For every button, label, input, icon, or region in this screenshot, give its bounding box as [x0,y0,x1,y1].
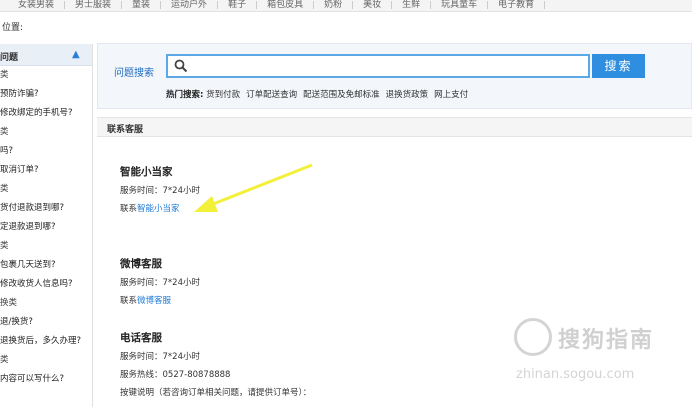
search-button[interactable]: 搜索 [592,54,645,78]
top-nav-item[interactable]: 男士服装 [65,1,123,10]
watermark-text: 搜狗指南 [558,328,655,353]
sogou-logo [514,318,552,356]
sidebar-category[interactable]: 换类 [0,294,92,313]
top-nav-item[interactable]: 女装男装 [0,1,66,10]
weibo-contact-link[interactable]: 微博客服 [137,296,171,306]
hot-search-term[interactable]: 订单配送查询 [246,90,297,100]
search-icon [174,59,188,73]
smart-contact-link[interactable]: 智能小当家 [137,204,180,214]
weibo-contact-prefix: 联系 [120,296,138,306]
hot-search-term[interactable]: 配送范围及免邮标准 [303,90,380,100]
sidebar-question-link[interactable]: 包裹几天送到? [0,256,92,275]
smart-contact-line: 联系智能小当家 [120,202,180,214]
top-nav-item[interactable]: 运动户外 [161,1,219,10]
top-nav-item[interactable]: 奶粉 [314,1,354,10]
search-label: 问题搜索 [114,68,154,79]
sidebar-question-link[interactable]: 吗? [0,142,92,161]
phone-hotline: 服务热线：0527-80878888 [120,370,231,380]
sidebar-category[interactable]: 类 [0,351,92,370]
sidebar-category[interactable]: 类 [0,66,92,85]
arrow-annotation [194,163,313,212]
sidebar-question-link[interactable]: 修改绑定的手机号? [0,104,92,123]
search-panel: 问题搜索 搜索 热门搜索: 货到付款 订单配送查询 配送范围及免邮标准 退换货政策 网上… [97,43,692,109]
top-nav-item[interactable]: 鞋子 [218,1,258,10]
sidebar-question-link[interactable]: 取消订单? [0,161,92,180]
top-nav-item[interactable]: 玩具童车 [431,1,489,10]
top-category-nav: 女装男装 男士服装 童装 运动户外 鞋子 箱包皮具 奶粉 美妆 生鲜 玩具童车 电子教育 [0,0,692,12]
phone-instructions: 按键说明（若咨询订单相关问题，请提供订单号）： [120,388,312,398]
hot-search-term[interactable]: 货到付款 [206,90,240,100]
weibo-section-title: 微博客服 [120,258,162,270]
smart-section-title: 智能小当家 [120,166,173,178]
sidebar-title: 问题 [0,53,19,63]
sidebar-question-link[interactable]: 退换货后，多久办理? [0,332,92,351]
top-nav-item[interactable]: 箱包皮具 [257,1,315,10]
hot-search-term[interactable]: 退换货政策 [386,90,429,100]
sidebar-question-link[interactable]: 内容可以写什么? [0,370,92,389]
watermark-url: zhinan.sogou.com [516,367,635,382]
phone-section-title: 电话客服 [120,332,162,344]
hot-search-term[interactable]: 网上支付 [434,90,468,100]
location-breadcrumb: 位置: [2,23,24,33]
sidebar-question-link[interactable]: 货付退款退到哪? [0,199,92,218]
chevron-up-icon[interactable]: ▲ [72,49,80,60]
search-input[interactable] [166,54,590,78]
sidebar-category[interactable]: 类 [0,237,92,256]
top-nav-item[interactable]: 童装 [122,1,162,10]
phone-service-time: 服务时间：7*24小时 [120,352,200,362]
faq-sidebar: 问题 ▲ 类预防诈骗? 修改绑定的手机号? 类吗? 取消订单? 类货付退款退到哪? 定退款… [0,44,93,407]
contact-header-bar: 联系客服 [97,117,692,137]
sidebar-question-link[interactable]: 定退款退到哪? [0,218,92,237]
contact-header: 联系客服 [107,125,144,135]
sidebar-question-link[interactable]: 修改收货人信息吗? [0,275,92,294]
smart-contact-prefix: 联系 [120,204,138,214]
top-nav-item[interactable]: 美妆 [353,1,393,10]
top-nav-item[interactable]: 生鲜 [392,1,432,10]
sidebar-category[interactable]: 类 [0,180,92,199]
smart-service-time: 服务时间：7*24小时 [120,186,200,196]
sidebar-list: 类预防诈骗? 修改绑定的手机号? 类吗? 取消订单? 类货付退款退到哪? 定退款退到哪? 类… [0,66,92,389]
sidebar-question-link[interactable]: 预防诈骗? [0,85,92,104]
top-nav-item[interactable]: 电子教育 [488,1,546,10]
weibo-service-time: 服务时间：7*24小时 [120,278,200,288]
hot-searches: 热门搜索: 货到付款 订单配送查询 配送范围及免邮标准 退换货政策 网上支付 [166,88,480,100]
sidebar-header[interactable]: 问题 ▲ [0,44,92,66]
hot-search-label: 热门搜索: [166,90,204,100]
weibo-contact-line: 联系微博客服 [120,294,171,306]
sidebar-question-link[interactable]: 退/换货? [0,313,92,332]
sidebar-category[interactable]: 类 [0,123,92,142]
